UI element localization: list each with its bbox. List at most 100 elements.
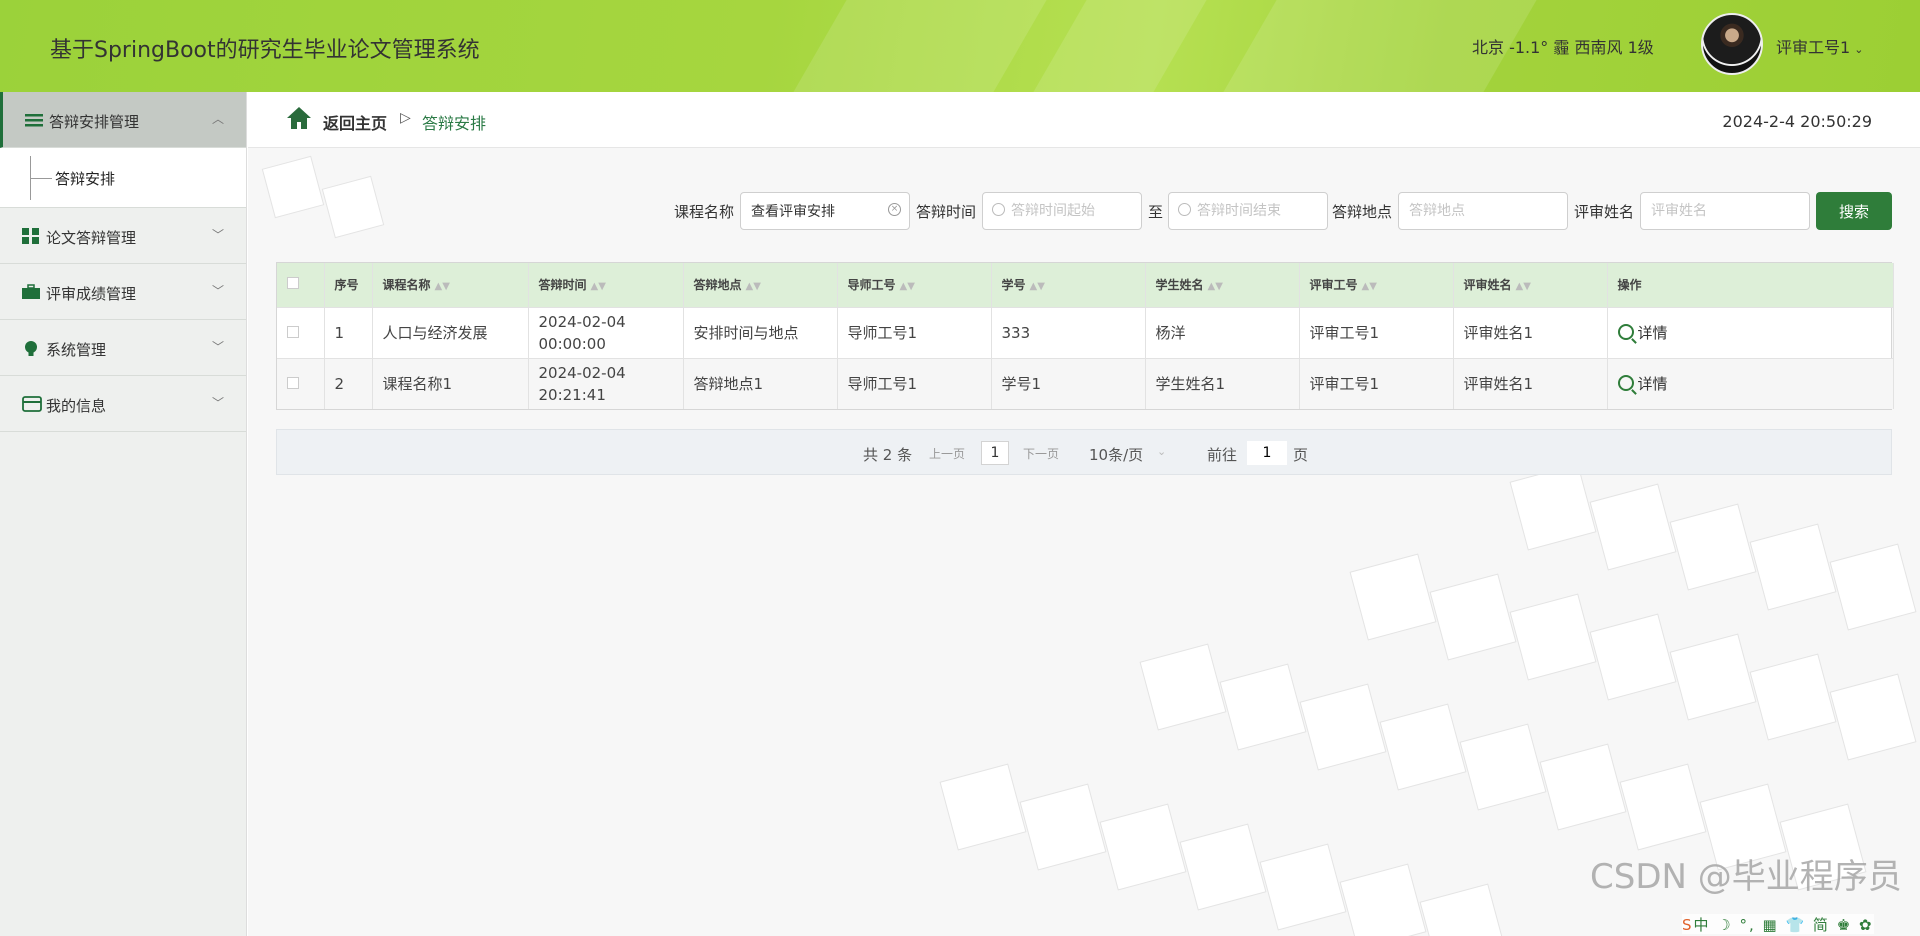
clock-icon	[1178, 203, 1191, 216]
column-header[interactable]: 学生姓名 ▲▼	[1145, 263, 1300, 307]
weather-info: 北京 -1.1° 霾 西南风 1级	[1472, 38, 1654, 57]
goto-page-input[interactable]	[1247, 441, 1287, 465]
reviewer-name-label: 评审姓名	[1574, 203, 1635, 221]
breadcrumb-home-link[interactable]: 返回主页	[323, 110, 387, 134]
sidebar-subitem-defense[interactable]: 答辩安排	[0, 148, 246, 208]
sort-icon[interactable]: ▲▼	[1362, 281, 1377, 292]
sort-icon[interactable]: ▲▼	[1030, 281, 1045, 292]
cell-place: 答辩地点1	[683, 357, 838, 409]
clear-icon[interactable]: ×	[888, 203, 901, 216]
search-detail-icon	[1617, 374, 1634, 391]
sort-icon[interactable]: ▲▼	[591, 281, 606, 292]
detail-button[interactable]: 详情	[1617, 323, 1668, 342]
search-detail-icon	[1617, 323, 1634, 340]
detail-button[interactable]: 详情	[1617, 374, 1668, 393]
sidebar-item-label: 论文答辩管理	[46, 229, 137, 247]
bulb-icon	[22, 340, 40, 356]
header-decoration	[793, 0, 1047, 92]
header-decoration	[1033, 0, 1207, 92]
column-header[interactable]: 答辩时间 ▲▼	[528, 263, 684, 307]
sort-icon[interactable]: ▲▼	[435, 281, 450, 292]
sidebar-item-defense-arrangement[interactable]: 答辩安排管理 ︿	[0, 92, 246, 148]
app-title: 基于SpringBoot的研究生毕业论文管理系统	[50, 38, 480, 63]
cell-place: 安排时间与地点	[683, 306, 838, 358]
reviewer-name-input[interactable]	[1640, 192, 1810, 230]
cell-course: 课程名称1	[372, 357, 529, 409]
goto-label: 前往	[1207, 446, 1238, 464]
course-name-label: 课程名称	[674, 203, 735, 221]
sort-icon[interactable]: ▲▼	[746, 281, 761, 292]
cell-course: 人口与经济发展	[372, 306, 529, 358]
watermark: CSDN @毕业程序员	[1590, 857, 1902, 897]
table-row: 1 人口与经济发展 2024-02-04 00:00:00 安排时间与地点 导师…	[277, 306, 1894, 358]
next-page-button[interactable]: 下一页	[1023, 445, 1059, 462]
cell-reviewer-name: 评审姓名1	[1453, 357, 1608, 409]
home-icon[interactable]	[286, 106, 312, 130]
cell-no: 2	[324, 357, 373, 409]
defense-time-start-input[interactable]	[982, 192, 1142, 230]
sort-icon[interactable]: ▲▼	[1516, 281, 1531, 292]
cell-student-name: 杨洋	[1145, 306, 1300, 358]
prev-page-button[interactable]: 上一页	[929, 445, 965, 462]
sidebar-item-label: 评审成绩管理	[46, 285, 137, 303]
defense-place-input[interactable]	[1398, 192, 1568, 230]
table-header-row: 序号 课程名称 ▲▼ 答辩时间 ▲▼ 答辩地点 ▲▼ 导师工号 ▲▼ 学号 ▲▼ 学生姓名…	[277, 263, 1894, 307]
column-header: 序号	[324, 263, 373, 307]
list-icon	[25, 112, 43, 128]
select-all-cell[interactable]	[277, 263, 325, 307]
data-table: 序号 课程名称 ▲▼ 答辩时间 ▲▼ 答辩地点 ▲▼ 导师工号 ▲▼ 学号 ▲▼ 学生姓名…	[276, 262, 1894, 410]
current-datetime: 2024-2-4 20:50:29	[1722, 112, 1872, 131]
row-select-cell[interactable]	[277, 357, 325, 409]
chevron-down-icon: ﹀	[211, 340, 224, 354]
page-size-select[interactable]: 10条/页	[1089, 444, 1143, 465]
chevron-down-icon: ﹀	[211, 228, 224, 242]
clock-icon	[992, 203, 1005, 216]
course-name-input[interactable]	[740, 192, 910, 230]
cell-student-id: 学号1	[991, 357, 1146, 409]
cell-no: 1	[324, 306, 373, 358]
user-menu[interactable]: 评审工号1 ⌄	[1776, 34, 1863, 58]
sidebar-item-label: 系统管理	[46, 341, 107, 359]
cell-teacher-id: 导师工号1	[837, 357, 992, 409]
defense-time-end-input[interactable]	[1168, 192, 1328, 230]
row-checkbox[interactable]	[287, 376, 299, 389]
cell-student-id: 333	[991, 306, 1146, 358]
sidebar-item-review-scores[interactable]: 评审成绩管理 ﹀	[0, 264, 246, 320]
sidebar-subitem-label: 答辩安排	[55, 170, 116, 188]
column-header[interactable]: 评审工号 ▲▼	[1299, 263, 1454, 307]
cell-student-name: 学生姓名1	[1145, 357, 1300, 409]
cell-action: 详情	[1607, 357, 1894, 409]
row-select-cell[interactable]	[277, 306, 325, 358]
cell-reviewer-id: 评审工号1	[1299, 306, 1454, 358]
detail-label: 详情	[1637, 374, 1668, 393]
chevron-down-icon: ﹀	[211, 396, 224, 410]
column-header[interactable]: 学号 ▲▼	[991, 263, 1146, 307]
total-count: 共 2 条	[863, 446, 913, 464]
select-all-checkbox[interactable]	[287, 277, 299, 290]
briefcase-icon	[22, 284, 40, 300]
current-page[interactable]: 1	[981, 441, 1009, 465]
sidebar-item-my-info[interactable]: 我的信息 ﹀	[0, 376, 246, 432]
defense-time-label: 答辩时间	[916, 203, 977, 221]
ime-logo-icon: S	[1682, 916, 1694, 934]
cell-reviewer-name: 评审姓名1	[1453, 306, 1608, 358]
sidebar-item-label: 答辩安排管理	[49, 113, 140, 131]
column-header[interactable]: 导师工号 ▲▼	[837, 263, 992, 307]
main-content: 返回主页 ▷ 答辩安排 2024-2-4 20:50:29 课程名称 × 答辩时…	[248, 92, 1920, 936]
sidebar-item-thesis-defense[interactable]: 论文答辩管理 ﹀	[0, 208, 246, 264]
column-header[interactable]: 答辩地点 ▲▼	[683, 263, 838, 307]
breadcrumb: 返回主页 ▷ 答辩安排 2024-2-4 20:50:29	[248, 92, 1920, 148]
cell-reviewer-id: 评审工号1	[1299, 357, 1454, 409]
avatar[interactable]	[1701, 13, 1763, 75]
search-button[interactable]: 搜索	[1816, 192, 1892, 230]
column-header[interactable]: 评审姓名 ▲▼	[1453, 263, 1608, 307]
user-name: 评审工号1	[1776, 38, 1851, 57]
sort-icon[interactable]: ▲▼	[1208, 281, 1223, 292]
sidebar-item-system[interactable]: 系统管理 ﹀	[0, 320, 246, 376]
cell-action: 详情	[1607, 306, 1894, 358]
column-header[interactable]: 课程名称 ▲▼	[372, 263, 529, 307]
cell-time: 2024-02-04 20:21:41	[528, 357, 684, 409]
sort-icon[interactable]: ▲▼	[900, 281, 915, 292]
row-checkbox[interactable]	[287, 325, 299, 338]
defense-place-label: 答辩地点	[1332, 203, 1393, 221]
